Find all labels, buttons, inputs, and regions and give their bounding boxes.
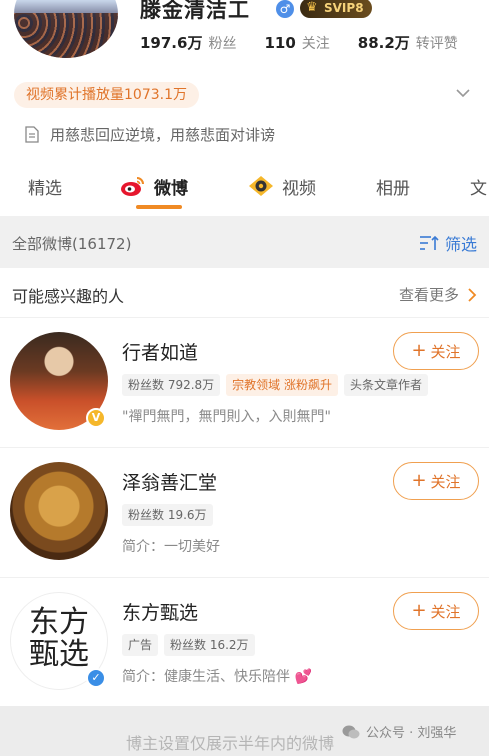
plus-icon: + xyxy=(411,470,427,491)
half-year-notice: 博主设置仅展示半年内的微博 xyxy=(126,734,335,753)
list-item[interactable]: V 行者如道 粉丝数 792.8万 宗教领域 涨粉飙升 头条文章作者 "禪門無門… xyxy=(0,318,489,448)
following-label[interactable]: 关注 xyxy=(302,33,330,53)
see-more-label: 查看更多 xyxy=(398,286,459,304)
plus-icon: + xyxy=(411,340,427,361)
tab-label: 微博 xyxy=(154,178,188,199)
filter-sort-icon xyxy=(419,235,439,250)
profile-name: 滕金清洁工 xyxy=(140,0,250,22)
male-gender-icon: ♂ xyxy=(276,0,294,18)
recommend-header: 可能感兴趣的人 查看更多 xyxy=(0,268,489,318)
tag: 粉丝数 792.8万 xyxy=(122,374,221,396)
filter-label: 筛选 xyxy=(444,235,477,254)
weibo-logo-icon xyxy=(121,177,144,196)
wechat-icon xyxy=(342,725,360,738)
filter-button[interactable]: 筛选 xyxy=(419,231,477,255)
tab-label: 视频 xyxy=(282,178,316,199)
user-tags: 广告 粉丝数 16.2万 xyxy=(122,634,261,656)
list-item[interactable]: 东方甄选 ✓ 东方甄选 广告 粉丝数 16.2万 简介：健康生活、快乐陪伴 💕 … xyxy=(0,578,489,708)
see-more-link[interactable]: 查看更多 xyxy=(399,284,477,305)
follow-label: 关注 xyxy=(430,472,461,491)
verified-badge-icon: V xyxy=(86,408,106,428)
ad-tag: 广告 xyxy=(122,634,159,656)
plus-icon: + xyxy=(411,600,427,621)
chevron-right-icon xyxy=(468,287,477,302)
user-description: 简介：健康生活、快乐陪伴 💕 xyxy=(122,666,312,686)
tag: 粉丝数 16.2万 xyxy=(164,634,255,656)
profile-stats: 197.6万 粉丝 110 关注 88.2万 转评赞 xyxy=(140,32,458,54)
vip-badge[interactable]: SVIP8 xyxy=(300,0,372,18)
tag: 粉丝数 19.6万 xyxy=(122,504,213,526)
tab-articles[interactable]: 文 xyxy=(470,168,487,204)
watermark: 公众号 · 刘强华 xyxy=(342,722,456,741)
reposts-likes-label: 转评赞 xyxy=(415,36,458,52)
heart-emoji-icon: 💕 xyxy=(294,669,312,685)
verified-badge-icon: ✓ xyxy=(86,668,106,688)
list-item[interactable]: 泽翁善汇堂 粉丝数 19.6万 简介：一切美好 + 关注 xyxy=(0,448,489,578)
recommend-title: 可能感兴趣的人 xyxy=(12,287,125,306)
follow-button[interactable]: + 关注 xyxy=(393,592,479,630)
tab-weibo[interactable]: 微博 xyxy=(120,168,188,204)
video-icon xyxy=(249,176,273,196)
video-play-count-badge: 视频累计播放量1073.1万 xyxy=(14,82,199,108)
recommend-list: V 行者如道 粉丝数 792.8万 宗教领域 涨粉飙升 头条文章作者 "禪門無門… xyxy=(0,318,489,708)
bio-text: 用慈悲回应逆境，用慈悲面对诽谤 xyxy=(50,126,276,144)
tab-album[interactable]: 相册 xyxy=(376,168,410,204)
profile-header: 滕金清洁工 ♂ SVIP8 197.6万 粉丝 110 关注 88.2万 转评赞 xyxy=(0,0,489,70)
user-description: "禪門無門，無門則入，入則無門" xyxy=(122,409,331,425)
profile-avatar[interactable] xyxy=(14,0,118,58)
profile-tabs: 精选 微博 视频 相册 文 xyxy=(0,168,489,210)
tab-label: 精选 xyxy=(28,178,62,199)
user-name[interactable]: 行者如道 xyxy=(122,338,198,365)
following-count[interactable]: 110 xyxy=(264,34,295,52)
follow-label: 关注 xyxy=(430,602,461,621)
tag: 宗教领域 涨粉飙升 xyxy=(226,374,338,396)
tag: 头条文章作者 xyxy=(344,374,429,396)
watermark-text: 公众号 · 刘强华 xyxy=(366,726,457,741)
filter-bar: 全部微博(16172) 筛选 xyxy=(0,216,489,268)
user-name[interactable]: 泽翁善汇堂 xyxy=(122,468,217,495)
active-tab-indicator xyxy=(136,205,182,209)
tab-featured[interactable]: 精选 xyxy=(28,168,62,204)
followers-count[interactable]: 197.6万 xyxy=(140,32,202,53)
profile-bio: 用慈悲回应逆境，用慈悲面对诽谤 xyxy=(24,124,275,145)
logo-text: 东方甄选 xyxy=(29,605,89,672)
follow-label: 关注 xyxy=(430,342,461,361)
reposts-likes-count: 88.2万 xyxy=(357,34,410,52)
tab-video[interactable]: 视频 xyxy=(248,168,316,204)
follow-button[interactable]: + 关注 xyxy=(393,332,479,370)
followers-label[interactable]: 粉丝 xyxy=(208,33,236,53)
tab-label: 文 xyxy=(470,178,487,199)
user-name[interactable]: 东方甄选 xyxy=(122,598,198,625)
user-tags: 粉丝数 792.8万 宗教领域 涨粉飙升 头条文章作者 xyxy=(122,374,434,396)
user-tags: 粉丝数 19.6万 xyxy=(122,504,219,526)
document-icon xyxy=(25,126,39,143)
tab-label: 相册 xyxy=(376,178,410,199)
all-weibo-count: 全部微博(16172) xyxy=(12,235,132,253)
user-description: 简介：一切美好 xyxy=(122,539,220,555)
chevron-down-icon[interactable] xyxy=(456,86,470,100)
follow-button[interactable]: + 关注 xyxy=(393,462,479,500)
avatar[interactable] xyxy=(10,462,108,560)
description-text: 简介：健康生活、快乐陪伴 xyxy=(122,669,290,685)
